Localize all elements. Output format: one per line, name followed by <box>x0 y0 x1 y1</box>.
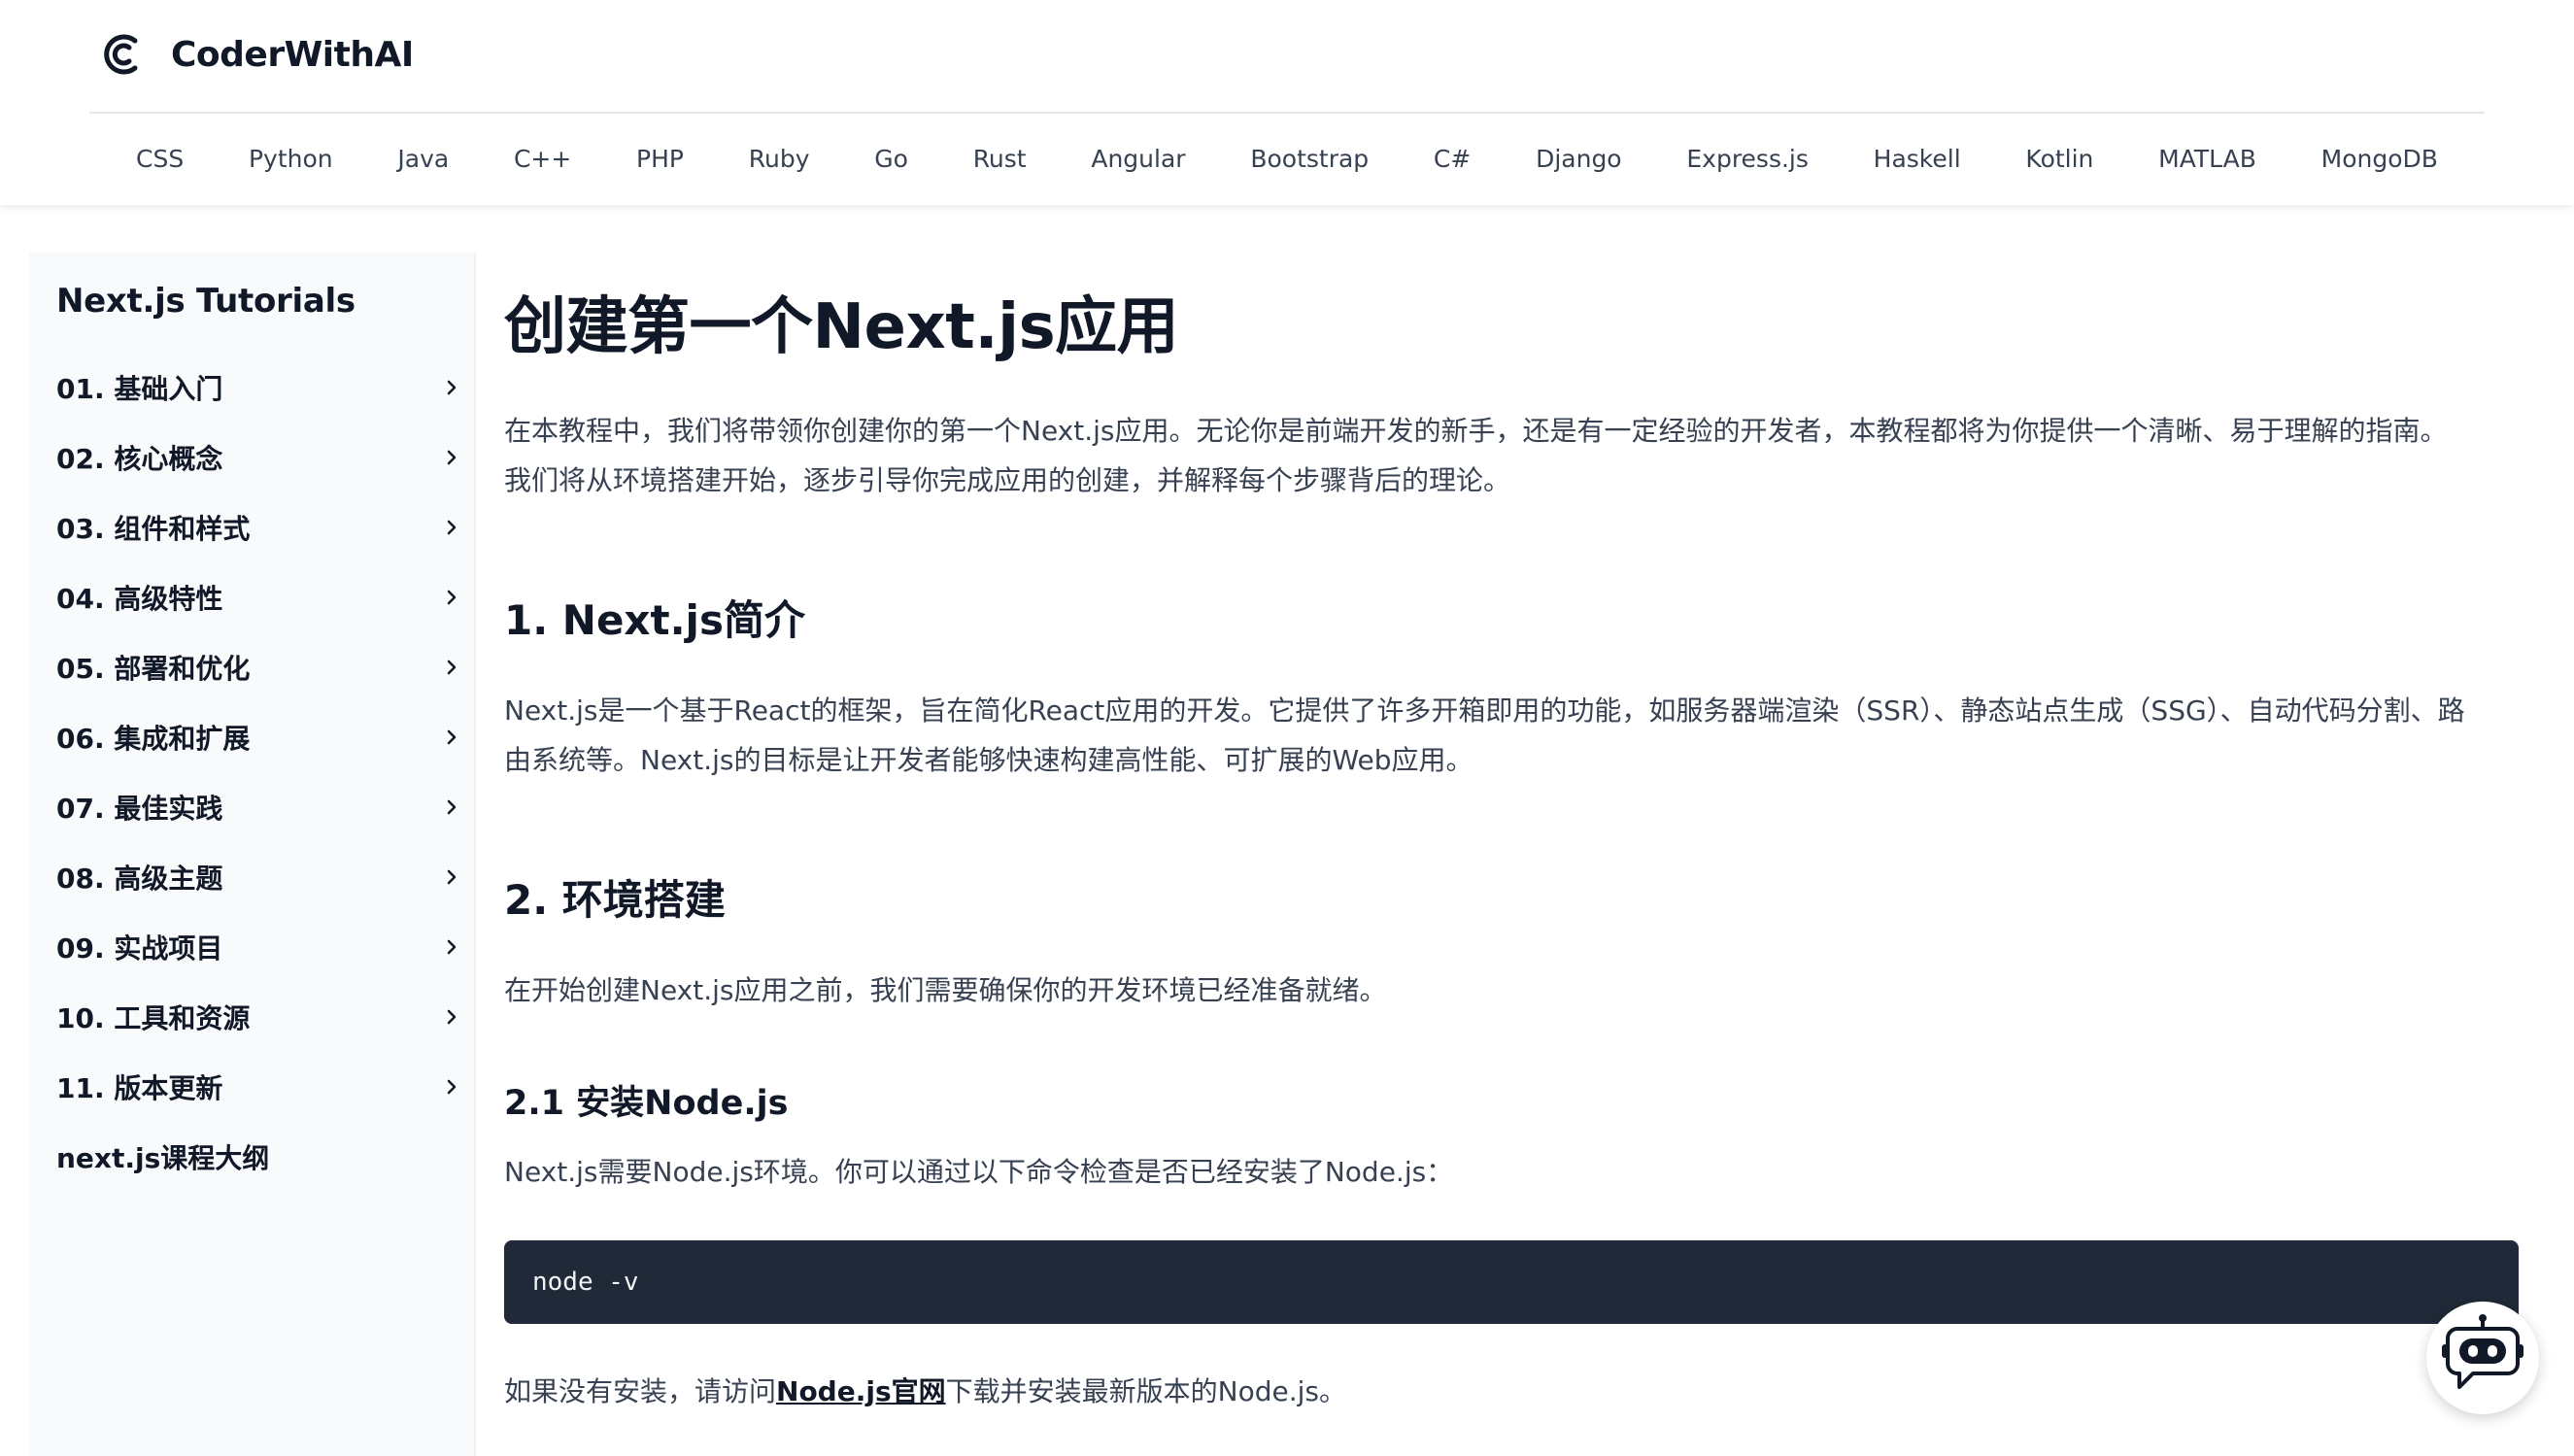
paragraph-line: Next.js是一个基于React的框架，旨在简化React应用的开发。它提供了… <box>504 694 2465 727</box>
sidebar-item-label: 07. 最佳实践 <box>56 793 223 825</box>
chevron-right-icon <box>443 449 460 466</box>
sidebar-item-components-styles[interactable]: 03. 组件和样式 <box>56 492 484 562</box>
sidebar-item-integration[interactable]: 06. 集成和扩展 <box>56 702 484 772</box>
section-heading-setup: 2. 环境搭建 <box>504 876 726 924</box>
sidebar-item-label: 11. 版本更新 <box>56 1072 223 1104</box>
robot-chat-icon <box>2438 1311 2527 1405</box>
sidebar-item-label: 01. 基础入门 <box>56 373 223 405</box>
section-heading-intro: 1. Next.js简介 <box>504 596 805 644</box>
nav-item-csharp[interactable]: C# <box>1434 145 1471 173</box>
sidebar-item-advanced-features[interactable]: 04. 高级特性 <box>56 562 484 632</box>
intro-section-paragraph: Next.js是一个基于React的框架，旨在简化React应用的开发。它提供了… <box>504 686 2515 785</box>
intro-line: 在本教程中，我们将带领你创建你的第一个Next.js应用。无论你是前端开发的新手… <box>504 415 2448 447</box>
sidebar-item-label: 06. 集成和扩展 <box>56 723 251 755</box>
sidebar-item-advanced-topics[interactable]: 08. 高级主题 <box>56 842 484 912</box>
sidebar-item-basics[interactable]: 01. 基础入门 <box>56 353 484 423</box>
subsection-heading-install-node: 2.1 安装Node.js <box>504 1084 789 1123</box>
nav-item-css[interactable]: CSS <box>136 145 184 173</box>
sidebar-item-course-outline[interactable]: next.js课程大纲 <box>56 1122 484 1192</box>
chevron-right-icon <box>443 868 460 886</box>
sidebar-item-label: next.js课程大纲 <box>56 1142 270 1174</box>
nav-item-ruby[interactable]: Ruby <box>749 145 810 173</box>
install-instruction-paragraph: 如果没有安装，请访问Node.js官网下载并安装最新版本的Node.js。 <box>504 1367 2515 1416</box>
sidebar: Next.js Tutorials 01. 基础入门 02. 核心概念 03. … <box>29 253 476 1456</box>
sidebar-item-tools-resources[interactable]: 10. 工具和资源 <box>56 982 484 1052</box>
sidebar-item-label: 09. 实战项目 <box>56 932 223 965</box>
nav-item-cpp[interactable]: C++ <box>514 145 571 173</box>
chevron-right-icon <box>443 1078 460 1096</box>
sidebar-item-deploy-optimize[interactable]: 05. 部署和优化 <box>56 632 484 702</box>
chevron-right-icon <box>443 379 460 396</box>
install-node-paragraph: Next.js需要Node.js环境。你可以通过以下命令检查是否已经安装了Nod… <box>504 1156 1454 1188</box>
nav-item-mongodb[interactable]: MongoDB <box>2321 145 2438 173</box>
install-prefix: 如果没有安装，请访问 <box>504 1375 777 1407</box>
sidebar-title: Next.js Tutorials <box>56 282 356 321</box>
brand-name: CoderWithAI <box>171 34 414 75</box>
paragraph-line: 由系统等。Next.js的目标是让开发者能够快速构建高性能、可扩展的Web应用。 <box>504 744 1473 776</box>
sidebar-item-label: 10. 工具和资源 <box>56 1002 251 1034</box>
chevron-right-icon <box>443 589 460 606</box>
nav-item-angular[interactable]: Angular <box>1091 145 1185 173</box>
sidebar-item-label: 02. 核心概念 <box>56 443 223 475</box>
nav-item-matlab[interactable]: MATLAB <box>2158 145 2256 173</box>
nav-item-kotlin[interactable]: Kotlin <box>2025 145 2093 173</box>
sidebar-item-label: 08. 高级主题 <box>56 863 223 895</box>
sidebar-item-projects[interactable]: 09. 实战项目 <box>56 912 484 982</box>
chevron-right-icon <box>443 798 460 816</box>
top-nav: CSS Python Java C++ PHP Ruby Go Rust Ang… <box>89 113 2485 205</box>
sidebar-item-label: 03. 组件和样式 <box>56 513 251 545</box>
install-suffix: 下载并安装最新版本的Node.js。 <box>945 1375 1346 1407</box>
sidebar-item-label: 05. 部署和优化 <box>56 653 251 685</box>
chevron-right-icon <box>443 728 460 746</box>
sidebar-item-best-practices[interactable]: 07. 最佳实践 <box>56 772 484 842</box>
site-header: CoderWithAI CSS Python Java C++ PHP Ruby… <box>0 0 2574 205</box>
nav-item-django[interactable]: Django <box>1536 145 1622 173</box>
coderwithai-logo-icon <box>97 29 148 80</box>
nodejs-official-site-link[interactable]: Node.js官网 <box>776 1375 946 1407</box>
page-title: 创建第一个Next.js应用 <box>504 291 1179 363</box>
nav-item-expressjs[interactable]: Express.js <box>1686 145 1809 173</box>
setup-paragraph: 在开始创建Next.js应用之前，我们需要确保你的开发环境已经准备就绪。 <box>504 974 1387 1006</box>
intro-line: 我们将从环境搭建开始，逐步引导你完成应用的创建，并解释每个步骤背后的理论。 <box>504 464 1511 496</box>
nav-item-java[interactable]: Java <box>397 145 449 173</box>
intro-paragraph: 在本教程中，我们将带领你创建你的第一个Next.js应用。无论你是前端开发的新手… <box>504 406 2515 505</box>
nav-item-go[interactable]: Go <box>874 145 908 173</box>
sidebar-item-core-concepts[interactable]: 02. 核心概念 <box>56 423 484 492</box>
chevron-right-icon <box>443 519 460 536</box>
code-block[interactable]: node -v <box>504 1240 2519 1324</box>
nav-item-python[interactable]: Python <box>249 145 333 173</box>
sidebar-item-version-updates[interactable]: 11. 版本更新 <box>56 1052 484 1122</box>
nav-item-bootstrap[interactable]: Bootstrap <box>1250 145 1369 173</box>
sidebar-item-label: 04. 高级特性 <box>56 583 223 615</box>
chevron-right-icon <box>443 1008 460 1026</box>
nav-item-haskell[interactable]: Haskell <box>1874 145 1961 173</box>
chevron-right-icon <box>443 659 460 676</box>
sidebar-list: 01. 基础入门 02. 核心概念 03. 组件和样式 04. 高级特性 05.… <box>56 353 484 1192</box>
chevron-right-icon <box>443 938 460 956</box>
brand[interactable]: CoderWithAI <box>97 27 414 82</box>
nav-item-rust[interactable]: Rust <box>973 145 1027 173</box>
code-text: node -v <box>532 1268 639 1297</box>
nav-item-php[interactable]: PHP <box>636 145 684 173</box>
chat-bot-button[interactable] <box>2426 1302 2539 1414</box>
